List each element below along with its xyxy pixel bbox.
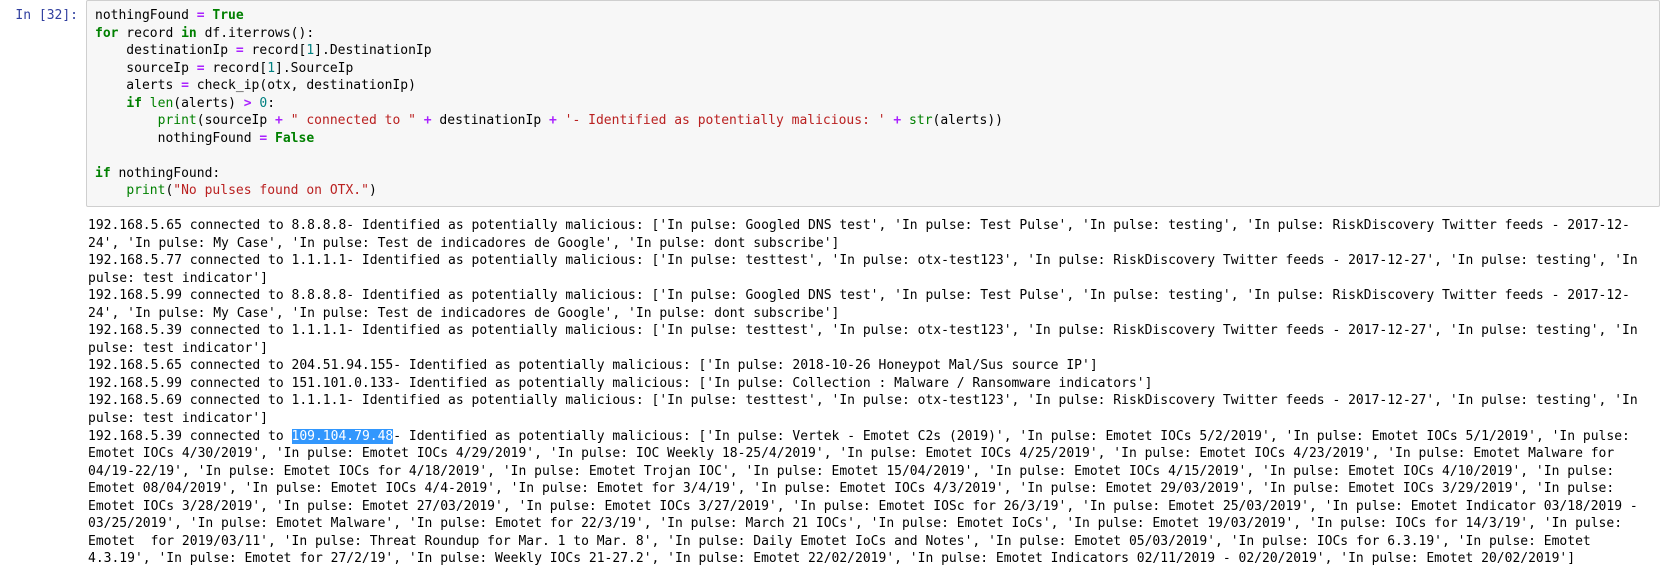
code-text (901, 113, 909, 128)
code-op: + (549, 113, 557, 128)
code-output[interactable]: 192.168.5.65 connected to 8.8.8.8- Ident… (86, 213, 1660, 572)
code-op: = (181, 78, 189, 93)
code-text (557, 113, 565, 128)
code-text: : (267, 96, 275, 111)
code-str: '- Identified as potentially malicious: … (565, 113, 886, 128)
output-text: - Identified as potentially malicious: [… (88, 429, 1646, 567)
code-text: ].DestinationIp (314, 43, 431, 58)
code-num: 1 (306, 43, 314, 58)
code-text (283, 113, 291, 128)
code-const: True (212, 8, 243, 23)
code-str: " connected to " (291, 113, 416, 128)
code-text (95, 183, 126, 198)
code-text (142, 96, 150, 111)
code-num: 1 (267, 61, 275, 76)
code-kw: if (126, 96, 142, 111)
code-op: = (197, 61, 205, 76)
code-str: "No pulses found on OTX." (173, 183, 369, 198)
code-text (95, 96, 126, 111)
code-const: False (275, 131, 314, 146)
notebook-cell: In [32]: nothingFound = True for record … (0, 0, 1666, 572)
cell-body: nothingFound = True for record in df.ite… (86, 0, 1660, 572)
code-op: + (275, 113, 283, 128)
code-text: sourceIp (95, 61, 197, 76)
code-text: nothingFound (95, 131, 259, 146)
code-text: nothingFound: (111, 166, 221, 181)
code-builtin: print (158, 113, 197, 128)
code-kw: in (181, 26, 197, 41)
prompt-label: In (15, 8, 31, 23)
code-text: (sourceIp (197, 113, 275, 128)
code-op: = (236, 43, 244, 58)
code-text (267, 131, 275, 146)
code-text: check_ip(otx, destinationIp) (189, 78, 416, 93)
code-kw: for (95, 26, 118, 41)
code-text: (alerts)) (933, 113, 1003, 128)
code-text: destinationIp (432, 113, 549, 128)
code-text: nothingFound (95, 8, 197, 23)
code-text: ].SourceIp (275, 61, 353, 76)
code-builtin: len (150, 96, 173, 111)
highlighted-ip: 109.104.79.48 (292, 429, 394, 444)
code-text: record (118, 26, 181, 41)
code-text: record[ (244, 43, 307, 58)
code-text: df.iterrows(): (197, 26, 314, 41)
code-text (416, 113, 424, 128)
code-input[interactable]: nothingFound = True for record in df.ite… (86, 0, 1660, 207)
code-builtin: str (909, 113, 932, 128)
code-builtin: print (126, 183, 165, 198)
code-kw: if (95, 166, 111, 181)
input-prompt: In [32]: (6, 0, 86, 572)
code-text: record[ (205, 61, 268, 76)
code-text: destinationIp (95, 43, 236, 58)
code-text (95, 113, 158, 128)
output-text: 192.168.5.65 connected to 8.8.8.8- Ident… (88, 218, 1646, 444)
code-text: alerts (95, 78, 181, 93)
code-op: = (197, 8, 205, 23)
code-op: > (244, 96, 252, 111)
code-op: + (424, 113, 432, 128)
code-text: ) (369, 183, 377, 198)
prompt-number: 32 (47, 8, 63, 23)
code-text: (alerts) (173, 96, 243, 111)
